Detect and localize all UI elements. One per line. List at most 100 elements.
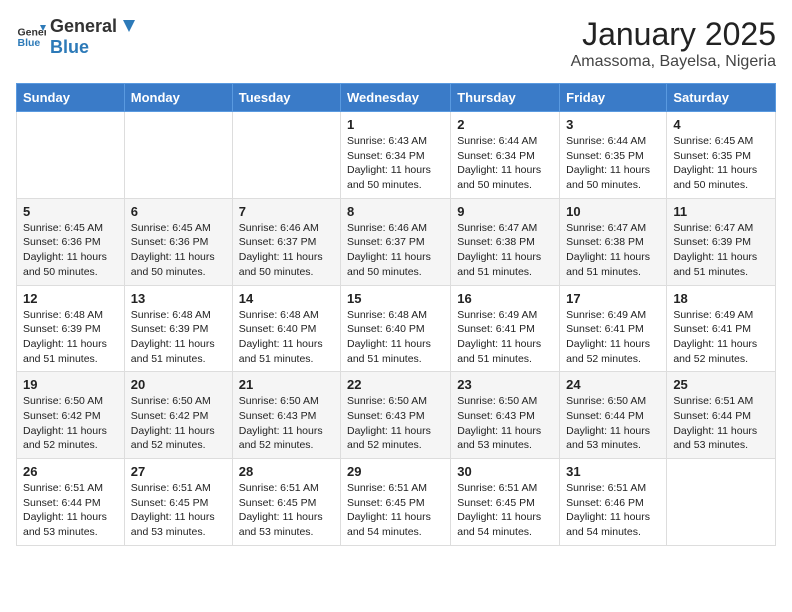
calendar-cell: 22Sunrise: 6:50 AM Sunset: 6:43 PM Dayli…	[341, 372, 451, 459]
day-info: Sunrise: 6:50 AM Sunset: 6:43 PM Dayligh…	[457, 394, 553, 453]
day-info: Sunrise: 6:43 AM Sunset: 6:34 PM Dayligh…	[347, 134, 444, 193]
calendar-cell: 20 Sunrise: 6:50 AM Sunset: 6:42 PM Dayli…	[124, 372, 232, 459]
day-info: Sunrise: 6:48 AM Sunset: 6:40 PM Dayligh…	[347, 308, 444, 367]
day-info: Sunrise: 6:51 AM Sunset: 6:45 PM Dayligh…	[347, 481, 444, 540]
day-number: 26	[23, 464, 118, 479]
day-info: Sunrise: 6:48 AM Sunset: 6:39 PM Dayligh…	[131, 308, 226, 367]
calendar-cell	[667, 459, 776, 546]
day-info: Sunrise: 6:50 AM Sunset: 6:42 PM Dayligh…	[23, 394, 118, 453]
week-row-4: 19 Sunrise: 6:50 AM Sunset: 6:42 PM Dayli…	[17, 372, 776, 459]
calendar-cell: 19 Sunrise: 6:50 AM Sunset: 6:42 PM Dayli…	[17, 372, 125, 459]
day-number: 22	[347, 377, 444, 392]
calendar-cell: 26Sunrise: 6:51 AM Sunset: 6:44 PM Dayli…	[17, 459, 125, 546]
calendar-cell: 31Sunrise: 6:51 AM Sunset: 6:46 PM Dayli…	[560, 459, 667, 546]
calendar-cell	[17, 112, 125, 199]
day-info: Sunrise: 6:49 AM Sunset: 6:41 PM Dayligh…	[566, 308, 660, 367]
calendar-cell: 27 Sunrise: 6:51 AM Sunset: 6:45 PM Dayli…	[124, 459, 232, 546]
calendar-cell: 4 Sunrise: 6:45 AM Sunset: 6:35 PM Daylig…	[667, 112, 776, 199]
calendar-cell: 23 Sunrise: 6:50 AM Sunset: 6:43 PM Dayli…	[451, 372, 560, 459]
calendar-cell	[124, 112, 232, 199]
header-row: SundayMondayTuesdayWednesdayThursdayFrid…	[17, 84, 776, 112]
day-info: Sunrise: 6:51 AM Sunset: 6:45 PM Dayligh…	[457, 481, 553, 540]
logo: General Blue General Blue	[16, 16, 137, 58]
day-number: 25	[673, 377, 769, 392]
day-info: Sunrise: 6:48 AM Sunset: 6:39 PM Dayligh…	[23, 308, 118, 367]
day-info: Sunrise: 6:47 AM Sunset: 6:38 PM Dayligh…	[566, 221, 660, 280]
day-info: Sunrise: 6:51 AM Sunset: 6:45 PM Dayligh…	[131, 481, 226, 540]
header-day-thursday: Thursday	[451, 84, 560, 112]
calendar-cell: 11 Sunrise: 6:47 AM Sunset: 6:39 PM Dayli…	[667, 198, 776, 285]
calendar-table: SundayMondayTuesdayWednesdayThursdayFrid…	[16, 83, 776, 546]
day-number: 27	[131, 464, 226, 479]
location-title: Amassoma, Bayelsa, Nigeria	[571, 53, 776, 71]
day-info: Sunrise: 6:44 AM Sunset: 6:34 PM Dayligh…	[457, 134, 553, 193]
calendar-cell: 3Sunrise: 6:44 AM Sunset: 6:35 PM Daylig…	[560, 112, 667, 199]
calendar-cell: 10 Sunrise: 6:47 AM Sunset: 6:38 PM Dayli…	[560, 198, 667, 285]
day-number: 1	[347, 117, 444, 132]
svg-text:Blue: Blue	[18, 37, 41, 49]
month-title: January 2025	[571, 16, 776, 53]
page-header: General Blue General Blue January 2025 A…	[16, 16, 776, 71]
logo-icon: General Blue	[16, 22, 46, 52]
calendar-cell: 9Sunrise: 6:47 AM Sunset: 6:38 PM Daylig…	[451, 198, 560, 285]
header-day-sunday: Sunday	[17, 84, 125, 112]
day-info: Sunrise: 6:45 AM Sunset: 6:36 PM Dayligh…	[131, 221, 226, 280]
day-number: 12	[23, 291, 118, 306]
day-number: 20	[131, 377, 226, 392]
day-info: Sunrise: 6:50 AM Sunset: 6:43 PM Dayligh…	[239, 394, 334, 453]
calendar-cell: 1 Sunrise: 6:43 AM Sunset: 6:34 PM Daylig…	[341, 112, 451, 199]
day-info: Sunrise: 6:45 AM Sunset: 6:36 PM Dayligh…	[23, 221, 118, 280]
calendar-cell: 28 Sunrise: 6:51 AM Sunset: 6:45 PM Dayli…	[232, 459, 340, 546]
day-number: 18	[673, 291, 769, 306]
calendar-cell: 6 Sunrise: 6:45 AM Sunset: 6:36 PM Daylig…	[124, 198, 232, 285]
day-info: Sunrise: 6:47 AM Sunset: 6:39 PM Dayligh…	[673, 221, 769, 280]
day-number: 23	[457, 377, 553, 392]
day-info: Sunrise: 6:46 AM Sunset: 6:37 PM Dayligh…	[239, 221, 334, 280]
day-number: 13	[131, 291, 226, 306]
header-day-monday: Monday	[124, 84, 232, 112]
day-info: Sunrise: 6:45 AM Sunset: 6:35 PM Dayligh…	[673, 134, 769, 193]
day-number: 2	[457, 117, 553, 132]
day-number: 15	[347, 291, 444, 306]
day-info: Sunrise: 6:50 AM Sunset: 6:42 PM Dayligh…	[131, 394, 226, 453]
calendar-cell: 13 Sunrise: 6:48 AM Sunset: 6:39 PM Dayli…	[124, 285, 232, 372]
calendar-cell: 17Sunrise: 6:49 AM Sunset: 6:41 PM Dayli…	[560, 285, 667, 372]
calendar-cell: 29 Sunrise: 6:51 AM Sunset: 6:45 PM Dayli…	[341, 459, 451, 546]
day-number: 29	[347, 464, 444, 479]
day-number: 28	[239, 464, 334, 479]
logo-triangle-icon	[119, 18, 137, 36]
calendar-cell: 7Sunrise: 6:46 AM Sunset: 6:37 PM Daylig…	[232, 198, 340, 285]
day-info: Sunrise: 6:49 AM Sunset: 6:41 PM Dayligh…	[673, 308, 769, 367]
day-number: 30	[457, 464, 553, 479]
day-info: Sunrise: 6:50 AM Sunset: 6:44 PM Dayligh…	[566, 394, 660, 453]
header-day-friday: Friday	[560, 84, 667, 112]
day-number: 3	[566, 117, 660, 132]
day-info: Sunrise: 6:49 AM Sunset: 6:41 PM Dayligh…	[457, 308, 553, 367]
day-number: 14	[239, 291, 334, 306]
header-day-tuesday: Tuesday	[232, 84, 340, 112]
day-number: 11	[673, 204, 769, 219]
day-number: 10	[566, 204, 660, 219]
calendar-cell: 5Sunrise: 6:45 AM Sunset: 6:36 PM Daylig…	[17, 198, 125, 285]
calendar-cell: 30 Sunrise: 6:51 AM Sunset: 6:45 PM Dayli…	[451, 459, 560, 546]
calendar-cell: 16 Sunrise: 6:49 AM Sunset: 6:41 PM Dayli…	[451, 285, 560, 372]
day-number: 4	[673, 117, 769, 132]
day-info: Sunrise: 6:51 AM Sunset: 6:44 PM Dayligh…	[673, 394, 769, 453]
header-day-saturday: Saturday	[667, 84, 776, 112]
calendar-cell: 8Sunrise: 6:46 AM Sunset: 6:37 PM Daylig…	[341, 198, 451, 285]
day-number: 16	[457, 291, 553, 306]
day-info: Sunrise: 6:48 AM Sunset: 6:40 PM Dayligh…	[239, 308, 334, 367]
day-info: Sunrise: 6:46 AM Sunset: 6:37 PM Dayligh…	[347, 221, 444, 280]
calendar-cell	[232, 112, 340, 199]
week-row-3: 12 Sunrise: 6:48 AM Sunset: 6:39 PM Dayli…	[17, 285, 776, 372]
day-number: 6	[131, 204, 226, 219]
header-day-wednesday: Wednesday	[341, 84, 451, 112]
day-info: Sunrise: 6:51 AM Sunset: 6:45 PM Dayligh…	[239, 481, 334, 540]
calendar-cell: 21Sunrise: 6:50 AM Sunset: 6:43 PM Dayli…	[232, 372, 340, 459]
day-info: Sunrise: 6:51 AM Sunset: 6:46 PM Dayligh…	[566, 481, 660, 540]
logo-text-general: General	[50, 16, 117, 37]
title-block: January 2025 Amassoma, Bayelsa, Nigeria	[571, 16, 776, 71]
logo-text-blue: Blue	[50, 37, 89, 57]
day-number: 19	[23, 377, 118, 392]
day-info: Sunrise: 6:47 AM Sunset: 6:38 PM Dayligh…	[457, 221, 553, 280]
